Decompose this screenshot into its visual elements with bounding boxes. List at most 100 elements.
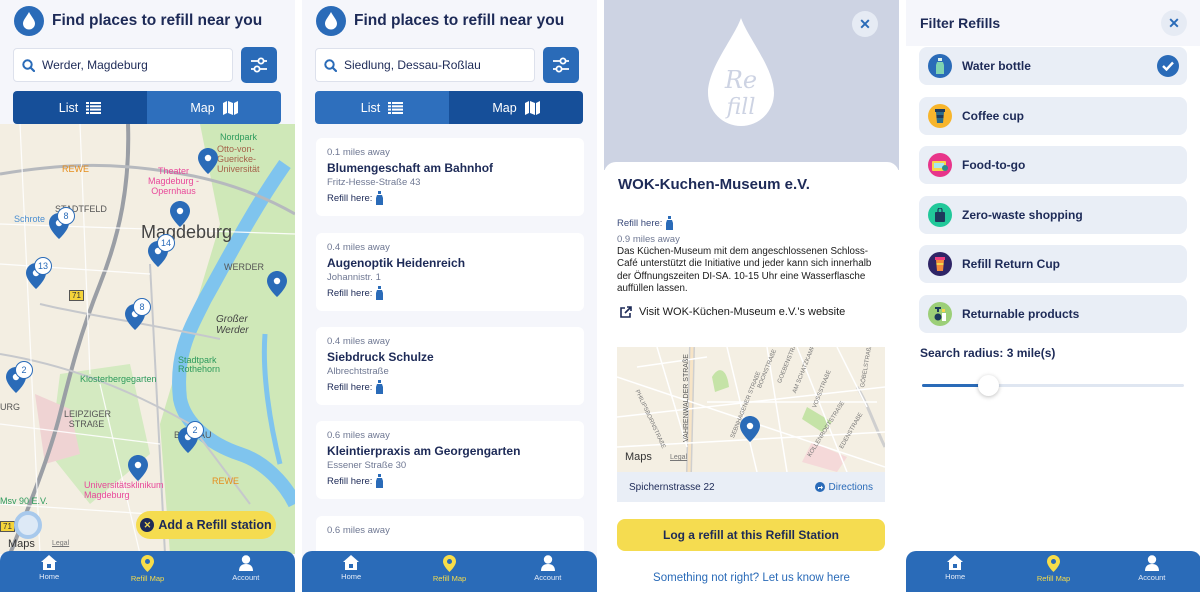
map-legal-link[interactable]: Legal [52,540,69,547]
refill-station-card[interactable]: 0.4 miles away Siebdruck Schulze Albrech… [316,327,584,405]
filter-option-label: Zero-waste shopping [962,208,1083,222]
filter-option-food-to-go[interactable]: Food-to-go [919,146,1187,184]
map-label-klinikum: Universitätsklinikum Magdeburg [84,480,164,500]
slider-thumb[interactable] [977,375,999,396]
filter-option-refill-return-cup[interactable]: Refill Return Cup [919,245,1187,283]
water-bottle-icon [376,474,384,488]
map-label-msv: Msv 90 E.V. [0,496,48,506]
station-hero-image: Re fill ✕ [604,0,899,170]
tab-label: Refill Map [1036,574,1071,583]
tab-label: Home [39,572,60,581]
add-button-label: Add a Refill station [158,518,272,532]
map-tab-label: Map [190,100,215,115]
station-distance: 0.4 miles away [327,336,390,347]
cluster-count-badge: 8 [133,298,151,316]
map-tab-label: Map [492,100,517,115]
return-cup-icon [928,252,952,276]
map-label-leipziger: LEIPZIGER STRAßE [64,409,112,429]
cluster-count-badge: 8 [57,207,75,225]
filter-option-label: Food-to-go [962,158,1026,172]
map-pin[interactable] [170,201,190,227]
tab-label: Account [232,573,260,582]
cluster-count-badge: 2 [186,421,204,439]
filter-option-water-bottle[interactable]: Water bottle [919,47,1187,85]
tab-home[interactable]: Home [302,551,400,592]
location-search-input[interactable]: Werder, Magdeburg [13,48,233,82]
station-detail-sheet: WOK-Kuchen-Museum e.V. Refill here: 0.9 … [604,162,899,592]
tab-home[interactable]: Home [0,551,98,592]
filter-option-label: Water bottle [962,59,1031,73]
shopping-bag-icon [928,203,952,227]
screen-refill-map: Nordpark Otto-von-Guericke-Universität T… [0,0,295,592]
map-legal-link[interactable]: Legal [670,454,687,461]
map-label-schrote: Schrote [14,214,46,224]
lunchbox-icon [928,153,952,177]
station-distance: 0.6 miles away [327,525,390,536]
filter-header: Filter Refills ✕ [906,0,1200,46]
account-icon [1144,555,1159,571]
map-pin-icon [140,555,154,572]
map-pin[interactable] [267,271,287,297]
home-icon [947,555,964,570]
external-link-icon [620,306,632,318]
mini-map-background [617,347,885,472]
map-icon [524,100,540,115]
list-view-tab[interactable]: List [13,91,147,124]
refill-here-label: Refill here: [327,287,373,299]
refill-station-card[interactable]: 0.6 miles away Kleintierpraxis am George… [316,421,584,499]
filter-button[interactable] [543,47,579,83]
directions-icon [814,482,825,492]
map-pin-icon [442,555,456,572]
tab-refill-map[interactable]: Refill Map [98,551,196,592]
filter-option-zero-waste-shopping[interactable]: Zero-waste shopping [919,196,1187,234]
current-location-button[interactable] [14,511,42,539]
apple-maps-logo: Maps [8,538,35,550]
app-header: Find places to refill near you Siedlung,… [302,0,597,124]
close-button[interactable]: ✕ [1161,10,1187,36]
filter-option-returnable-products[interactable]: Returnable products [919,295,1187,333]
list-view-tab[interactable]: List [315,91,449,124]
tab-account[interactable]: Account [499,551,597,592]
refill-station-card[interactable]: 0.4 miles away Augenoptik Heidenreich Jo… [316,233,584,311]
tab-refill-map[interactable]: Refill Map [400,551,498,592]
tab-account[interactable]: Account [197,551,295,592]
website-link[interactable]: Visit WOK-Küchen-Museum e.V.'s website [620,306,845,318]
refill-station-card[interactable]: 0.1 miles away Blumengeschaft am Bahnhof… [316,138,584,216]
water-bottle-icon [376,380,384,394]
add-refill-station-button[interactable]: ✕ Add a Refill station [136,511,276,539]
coffee-cup-icon [928,104,952,128]
search-radius-slider[interactable] [922,374,1184,398]
map-label-rewe: REWE [62,164,89,174]
view-toggle: List Map [315,91,583,124]
map-label-klosterbergegarten: Klosterbergegarten [80,374,157,384]
tab-refill-map[interactable]: Refill Map [1004,551,1102,592]
map-view[interactable]: Nordpark Otto-von-Guericke-Universität T… [0,124,295,554]
station-location-map[interactable]: VAHRENWALDER STRAßE PHILIPSBORNSTRAßE SE… [617,347,885,472]
station-distance: 0.1 miles away [327,147,390,158]
map-pin[interactable] [128,455,148,481]
map-label-stadtpark: Stadtpark Rothehorn [178,355,221,374]
tab-account[interactable]: Account [1103,551,1200,592]
station-map-pin [740,416,760,442]
close-button[interactable]: ✕ [852,11,878,37]
account-icon [238,555,253,571]
location-search-input[interactable]: Siedlung, Dessau-Roßlau [315,48,535,82]
cluster-count-badge: 13 [34,257,52,275]
directions-link[interactable]: Directions [814,482,873,493]
filter-button[interactable] [241,47,277,83]
tab-home[interactable]: Home [906,551,1004,592]
road-shield-71: 71 [0,521,15,532]
report-issue-link[interactable]: Something not right? Let us know here [604,572,899,584]
filter-option-label: Returnable products [962,307,1080,321]
map-view-tab[interactable]: Map [449,91,583,124]
map-pin[interactable] [198,148,218,174]
list-tab-label: List [360,100,381,115]
sliders-icon [553,57,569,73]
filter-option-coffee-cup[interactable]: Coffee cup [919,97,1187,135]
screen-refill-list: Find places to refill near you Siedlung,… [302,0,597,592]
refill-here-label: Refill here: [327,192,373,204]
station-address: Albrechtstraße [327,366,389,377]
map-view-tab[interactable]: Map [147,91,281,124]
street-label: VAHRENWALDER STRAßE [683,354,690,442]
log-refill-button[interactable]: Log a refill at this Refill Station [617,519,885,551]
